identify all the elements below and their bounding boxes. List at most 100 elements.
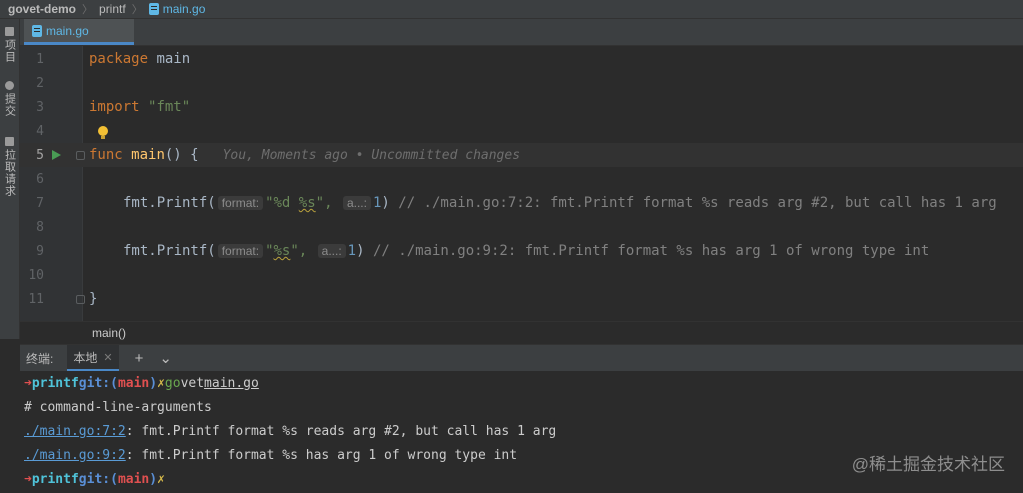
code-editor[interactable]: 1 package main 2 3 import "fmt" 4 5 func… xyxy=(20,46,1023,321)
go-file-icon xyxy=(32,24,42,37)
parameter-hint: a...: xyxy=(317,244,346,258)
fold-icon[interactable] xyxy=(76,295,85,304)
prompt-dirty-mark: ✗ xyxy=(157,471,165,487)
code-line[interactable]: 2 xyxy=(20,71,1023,95)
parameter-hint: format: xyxy=(217,244,264,258)
line-number: 11 xyxy=(28,291,44,307)
commit-icon xyxy=(5,81,14,90)
code-breadcrumb-label: main() xyxy=(92,326,127,340)
close-brace: } xyxy=(89,291,98,307)
lightbulb-icon[interactable] xyxy=(98,126,108,139)
code-line[interactable]: 1 package main xyxy=(20,47,1023,71)
prompt-dirty-mark: ✗ xyxy=(157,375,165,391)
line-number: 2 xyxy=(36,75,44,91)
terminal-dropdown-button[interactable]: ⌄ xyxy=(159,349,172,367)
code-line[interactable]: 3 import "fmt" xyxy=(20,95,1023,119)
tool-window-label: 项目 xyxy=(3,39,16,63)
terminal-line: ➜ printf git:(main) ✗ xyxy=(24,467,165,491)
close-paren: ) xyxy=(356,243,365,259)
terminal-title: 终端: xyxy=(26,351,54,366)
string-literal: ", xyxy=(290,243,308,259)
import-path: "fmt" xyxy=(148,99,191,115)
go-file-icon xyxy=(148,3,159,15)
editor-tab-bar: main.go xyxy=(20,19,1023,46)
error-location-link[interactable]: ./main.go:9:2 xyxy=(24,448,126,463)
command-file-link[interactable]: main.go xyxy=(204,376,259,391)
prompt-dir: printf xyxy=(31,471,79,487)
tool-window-project[interactable]: 项目 xyxy=(2,27,17,63)
line-number: 9 xyxy=(36,243,44,259)
breadcrumb-separator: 〉 xyxy=(131,4,143,16)
line-number: 3 xyxy=(36,99,44,115)
prompt-git-close: ) xyxy=(149,471,158,487)
fold-icon[interactable] xyxy=(76,151,85,160)
terminal-line: ➜ printf git:(main) ✗ go vet main.go xyxy=(24,371,259,395)
breadcrumb-separator: 〉 xyxy=(82,4,94,16)
keyword: package xyxy=(89,51,149,67)
terminal-tab-label: 本地 xyxy=(73,350,98,365)
parameter-hint: format: xyxy=(217,196,264,210)
code-line-current[interactable]: 5 func main() {You, Moments ago • Uncomm… xyxy=(20,143,1023,167)
code-line[interactable]: 10 xyxy=(20,263,1023,287)
prompt-git-close: ) xyxy=(149,375,158,391)
terminal-line: ./main.go:7:2: fmt.Printf format %s read… xyxy=(24,419,556,443)
code-line[interactable]: 8 xyxy=(20,215,1023,239)
error-message: : fmt.Printf format %s reads arg #2, but… xyxy=(125,423,557,439)
line-number: 8 xyxy=(36,219,44,235)
navigation-bar: govet-demo 〉 printf 〉 main.go xyxy=(0,0,1023,19)
add-terminal-button[interactable]: + xyxy=(135,350,144,367)
terminal-line: # command-line-arguments xyxy=(24,395,212,419)
code-line[interactable]: 4 xyxy=(20,119,1023,143)
string-literal: ", xyxy=(315,195,333,211)
string-literal: " xyxy=(265,243,274,259)
command: go xyxy=(164,375,181,391)
prompt-dir: printf xyxy=(31,375,79,391)
keyword: import xyxy=(89,99,140,115)
breadcrumb-file[interactable]: main.go xyxy=(145,2,210,16)
close-paren: ) xyxy=(381,195,390,211)
string-literal: "%d xyxy=(265,195,299,211)
watermark: @稀土掘金技术社区 xyxy=(851,455,1005,474)
tab-label: main.go xyxy=(46,23,89,38)
code-line[interactable]: 11 } xyxy=(20,287,1023,311)
function-name: main xyxy=(131,147,165,163)
breadcrumb-file-label: main.go xyxy=(162,2,206,16)
number-literal: 1 xyxy=(347,243,357,259)
run-icon[interactable] xyxy=(52,150,61,160)
tool-window-label: 提交 xyxy=(3,93,16,117)
tool-window-strip: 项目 提交 拉取请求 xyxy=(0,19,20,339)
comment: // ./main.go:9:2: fmt.Printf format %s h… xyxy=(372,243,930,259)
terminal-tab-local[interactable]: 本地 ✕ xyxy=(67,345,119,371)
parameter-hint: a...: xyxy=(342,196,371,210)
terminal-line: ./main.go:9:2: fmt.Printf format %s has … xyxy=(24,443,517,467)
error-message: : fmt.Printf format %s has arg 1 of wron… xyxy=(125,447,518,463)
code-line[interactable]: 7 fmt.Printf(format: "%d %s", a...: 1) // … xyxy=(20,191,1023,215)
pull-request-icon xyxy=(5,137,14,146)
call: fmt.Printf( xyxy=(123,195,216,211)
output-text: # command-line-arguments xyxy=(24,399,212,415)
open-brace: { xyxy=(190,147,199,163)
code-breadcrumb[interactable]: main() xyxy=(20,321,1023,344)
breadcrumb-project[interactable]: govet-demo xyxy=(0,2,80,16)
line-number: 4 xyxy=(36,123,44,139)
package-name: main xyxy=(156,51,191,67)
line-number: 10 xyxy=(28,267,44,283)
keyword: func xyxy=(89,147,123,163)
line-number: 7 xyxy=(36,195,44,211)
parens: () xyxy=(164,147,182,163)
code-line[interactable]: 6 xyxy=(20,167,1023,191)
format-verb-warning: %s xyxy=(298,195,316,211)
tool-window-pull-requests[interactable]: 拉取请求 xyxy=(2,137,17,197)
folder-icon xyxy=(5,27,14,36)
prompt-branch: main xyxy=(117,471,150,487)
close-icon[interactable]: ✕ xyxy=(103,351,112,364)
code-line[interactable]: 9 fmt.Printf(format: "%s", a...: 1) // ./m… xyxy=(20,239,1023,263)
tab-main-go[interactable]: main.go xyxy=(24,19,134,45)
line-number: 5 xyxy=(36,147,44,163)
line-number: 1 xyxy=(36,51,44,67)
tool-window-commit[interactable]: 提交 xyxy=(2,81,17,117)
error-location-link[interactable]: ./main.go:7:2 xyxy=(24,424,126,439)
line-number: 6 xyxy=(36,171,44,187)
breadcrumb-folder[interactable]: printf xyxy=(95,2,130,16)
tool-window-label: 拉取请求 xyxy=(3,149,16,197)
